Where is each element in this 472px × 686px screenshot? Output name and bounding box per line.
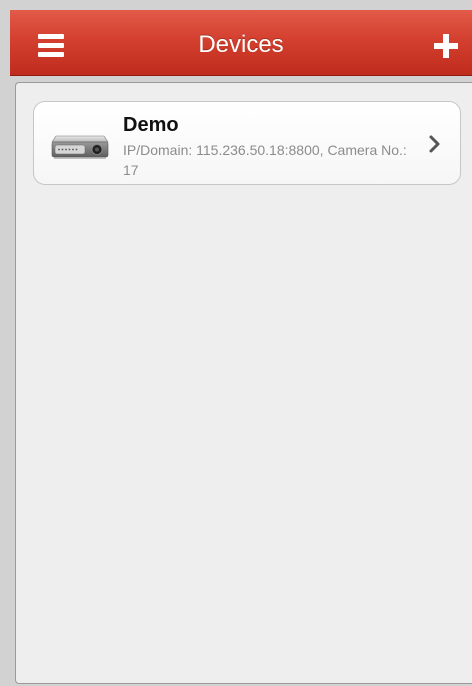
device-list: Demo IP/Domain: 115.236.50.18:8800, Came… xyxy=(15,82,472,684)
device-name: Demo xyxy=(123,114,179,136)
chevron-right-icon xyxy=(429,135,440,153)
page-title: Devices xyxy=(198,31,284,58)
dvr-device-icon xyxy=(51,135,109,159)
nav-bar: Devices xyxy=(10,10,472,76)
device-row-demo[interactable]: Demo IP/Domain: 115.236.50.18:8800, Came… xyxy=(33,101,461,185)
device-info: IP/Domain: 115.236.50.18:8800, Camera No… xyxy=(123,142,407,178)
add-device-icon[interactable] xyxy=(434,34,458,58)
